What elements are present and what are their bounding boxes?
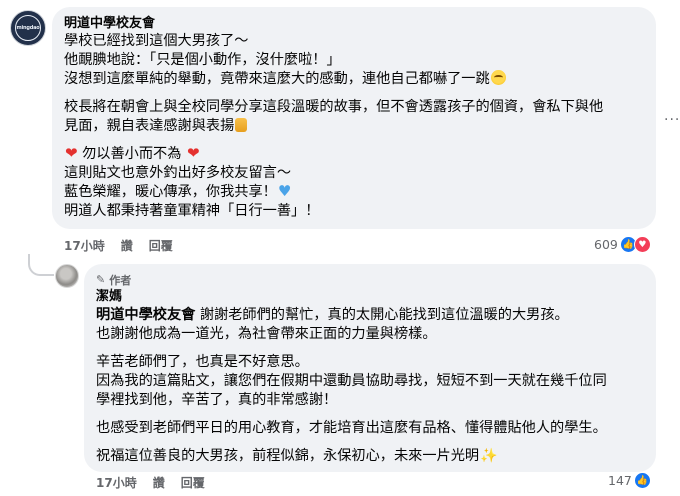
blue-heart-icon: ♥ (277, 182, 292, 200)
reply-button[interactable]: 回覆 (149, 237, 173, 254)
reply-line: 也感受到老師們平日的用心教育，才能培育出這麼有品格、懂得體貼他人的學生。 (96, 420, 607, 436)
like-icon: 👍 (633, 472, 651, 489)
pen-icon: ✎ (96, 273, 106, 286)
like-button[interactable]: 讚 (121, 237, 133, 254)
flushed-face-icon (490, 70, 506, 85)
comment-bubble: 明道中學校友會 學校已經找到這個大男孩了～ 他靦腆地說：「只是個小動作，沒什麼啦… (52, 7, 656, 229)
reaction-summary[interactable]: 147 👍 (608, 472, 651, 489)
comment-line-text: 勿以善小而不為 (82, 146, 182, 162)
comment-line-text: 沒想到這麼單純的舉動，竟帶來這麼大的感動，連他自己都嚇了一跳 (64, 71, 490, 87)
reply-line: 辛苦老師們了，也真是不好意思。 (96, 354, 309, 370)
reply-line-text: 謝謝老師們的幫忙，真的太開心能找到這位溫暖的大男孩。 (195, 307, 569, 323)
timestamp[interactable]: 17小時 (64, 237, 105, 254)
comment-line: 沒想到這麼單純的舉動，竟帶來這麼大的感動，連他自己都嚇了一跳 (64, 70, 644, 89)
like-button[interactable]: 讚 (153, 474, 165, 491)
comment-line: 見面，親自表達感謝與表揚 (64, 117, 644, 136)
comment-line: 校長將在朝會上與全校同學分享這段溫暖的故事，但不會透露孩子的個資，會私下與他 (64, 99, 604, 115)
reaction-count: 609 (594, 237, 618, 252)
comment-line-text: 藍色榮耀，暖心傳承，你我共享！ (64, 184, 277, 200)
reaction-count: 147 (608, 473, 632, 488)
reply-avatar[interactable] (55, 264, 79, 288)
avatar-logo-text: mingdao (16, 25, 40, 31)
comment-line: ❤ 勿以善小而不為 ❤ (64, 145, 644, 164)
author-badge: ✎ 作者 (96, 272, 644, 287)
thumbs-up-icon (235, 118, 248, 132)
comment-line-text: 見面，親自表達感謝與表揚 (64, 118, 235, 134)
reply-author[interactable]: 潔媽 (96, 288, 644, 306)
author-badge-label: 作者 (109, 273, 132, 287)
comment-line: 他靦腆地說：「只是個小動作，沒什麼啦！」 (64, 52, 341, 68)
reply-button[interactable]: 回覆 (181, 474, 205, 491)
red-heart-icon: ❤ (186, 144, 200, 162)
red-heart-icon: ❤ (65, 144, 78, 162)
thread-connector (28, 254, 54, 276)
comment-line: 學校已經找到這個大男孩了～ (64, 33, 249, 49)
reply-line: 明道中學校友會 謝謝老師們的幫忙，真的太開心能找到這位溫暖的大男孩。 (96, 306, 644, 325)
reply-line: 學裡找到他，辛苦了，真的非常感謝！ (96, 392, 338, 408)
mention-link[interactable]: 明道中學校友會 (96, 307, 195, 323)
comment-author[interactable]: 明道中學校友會 (64, 15, 644, 32)
comment-actions: 17小時 讚 回覆 (64, 237, 173, 254)
love-icon: ♥ (633, 236, 651, 253)
timestamp[interactable]: 17小時 (96, 474, 137, 491)
logo-ring: mingdao (15, 15, 41, 41)
reply-bubble: ✎ 作者 潔媽 明道中學校友會 謝謝老師們的幫忙，真的太開心能找到這位溫暖的大男… (84, 264, 656, 472)
comment-line: 藍色榮耀，暖心傳承，你我共享！♥ (64, 183, 644, 202)
reply-line: 祝福這位善良的大男孩，前程似錦，永保初心，未來一片光明✨ (96, 447, 644, 466)
reply-actions: 17小時 讚 回覆 (96, 474, 205, 491)
comment-line: 這則貼文也意外釣出好多校友留言～ (64, 165, 292, 181)
reply-line: 也謝謝他成為一道光，為社會帶來正面的力量與榜樣。 (96, 326, 437, 342)
reaction-summary[interactable]: 609 👍 ♥ (594, 236, 651, 253)
comment-line: 明道人都秉持著童軍精神「日行一善」！ (64, 203, 320, 219)
reply-line: 因為我的這篇貼文，讓您們在假期中還動員協助尋找，短短不到一天就在幾千位同 (96, 373, 607, 389)
avatar[interactable]: mingdao (10, 10, 46, 46)
more-options-icon[interactable]: ··· (664, 112, 680, 128)
sparkles-icon: ✨ (480, 448, 498, 464)
reply-line-text: 祝福這位善良的大男孩，前程似錦，永保初心，未來一片光明 (96, 448, 480, 464)
